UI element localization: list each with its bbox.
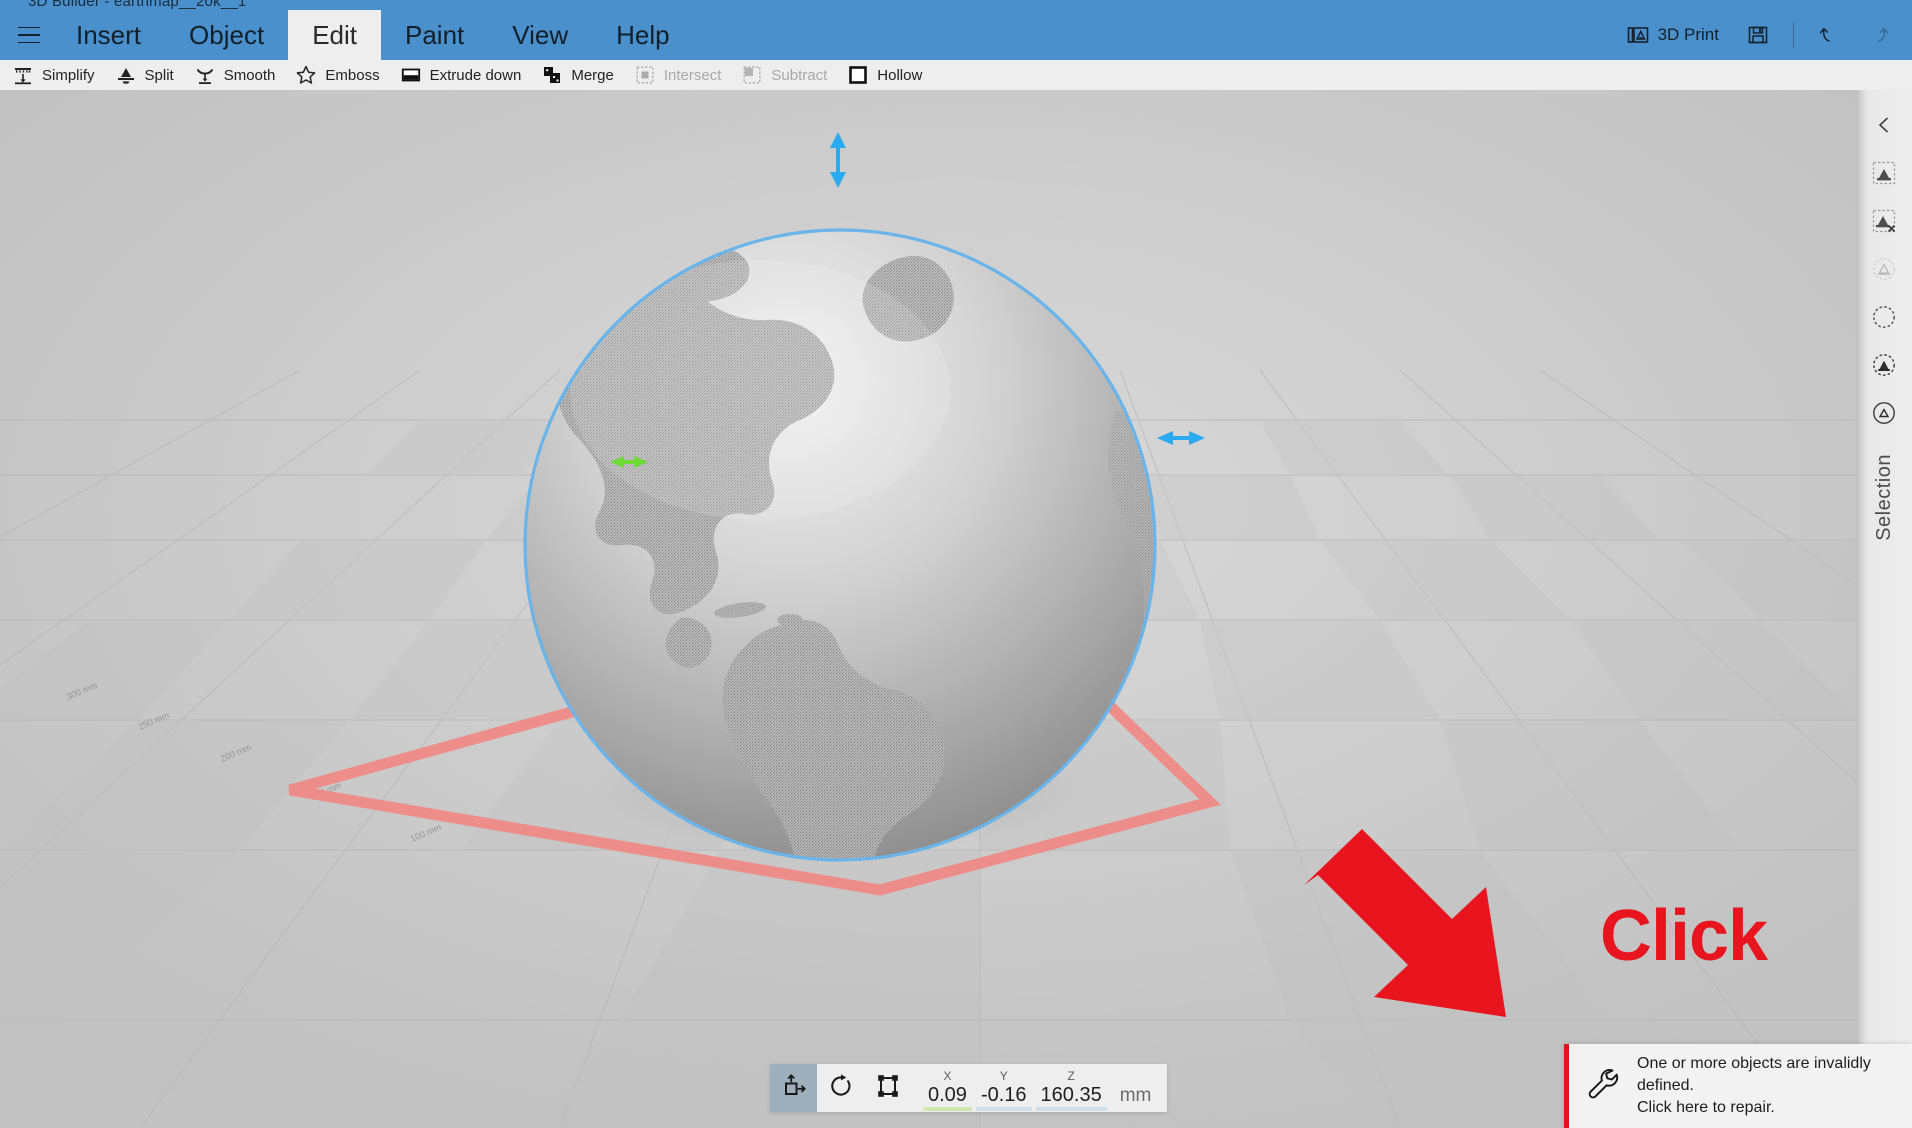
save-icon [1747, 24, 1769, 46]
app-root: 3D Builder - earthmap__20k__1 Insert Obj… [0, 0, 1912, 1128]
subtract-icon [741, 64, 763, 86]
transform-move-button[interactable] [770, 1064, 817, 1112]
ribbon-subtract[interactable]: Subtract [735, 60, 841, 90]
rail-duplicate-object-button[interactable] [1862, 152, 1906, 198]
selection-rail: Selection [1856, 90, 1912, 1128]
click-arrow-annotation [1304, 829, 1506, 1017]
ribbon-hollow-label: Hollow [877, 66, 923, 84]
extrude-down-icon [400, 64, 422, 86]
rail-delete-object-button[interactable] [1862, 200, 1906, 246]
save-button[interactable] [1733, 10, 1783, 60]
ribbon-split[interactable]: Split [109, 60, 188, 90]
settle-object-icon [1871, 256, 1897, 287]
transform-z-field[interactable]: Z 160.35 [1034, 1064, 1109, 1112]
menu-tab-edit[interactable]: Edit [288, 10, 381, 60]
menu-tab-view[interactable]: View [488, 10, 592, 60]
repair-notification-toast[interactable]: One or more objects are invalidly define… [1564, 1044, 1912, 1128]
ribbon-hollow[interactable]: Hollow [841, 60, 936, 90]
undo-icon [1818, 24, 1840, 46]
window-title: 3D Builder - earthmap__20k__1 [28, 0, 247, 10]
menu-bar-actions: 3D Print [1613, 10, 1904, 60]
intersect-icon [634, 64, 656, 86]
menu-tab-view-label: View [512, 19, 569, 50]
window-titlebar: 3D Builder - earthmap__20k__1 [0, 0, 1912, 10]
rotate-icon [828, 1073, 854, 1104]
split-icon [115, 64, 137, 86]
undo-button[interactable] [1804, 10, 1854, 60]
menu-tab-help-label: Help [616, 19, 670, 50]
print-3d-icon [1627, 24, 1649, 46]
menu-tab-help[interactable]: Help [592, 10, 693, 60]
smooth-icon [194, 64, 216, 86]
toast-message: One or more objects are invalidly define… [1637, 1053, 1898, 1119]
hollow-icon [847, 64, 869, 86]
menu-bar: Insert Object Edit Paint View Help 3D Pr… [0, 10, 1912, 60]
transform-y-underline [975, 1107, 1032, 1111]
emboss-star-icon [295, 64, 317, 86]
menu-tab-insert[interactable]: Insert [52, 10, 165, 60]
transform-y-field[interactable]: Y -0.16 [974, 1064, 1034, 1112]
move-icon [781, 1073, 807, 1104]
select-object-icon [1871, 400, 1897, 431]
ribbon-merge[interactable]: Merge [535, 60, 628, 90]
ribbon-emboss[interactable]: Emboss [289, 60, 393, 90]
transform-axis-fields: X 0.09 Y -0.16 Z 160.35 [911, 1064, 1111, 1112]
rail-select-object-button[interactable] [1862, 392, 1906, 438]
menu-tab-object-label: Object [189, 19, 265, 50]
transform-toolbar: X 0.09 Y -0.16 Z 160.35 mm [770, 1064, 1168, 1112]
ribbon-intersect-label: Intersect [663, 66, 722, 84]
hamburger-menu-icon[interactable] [8, 10, 50, 60]
menu-tab-paint[interactable]: Paint [381, 10, 488, 60]
transform-rotate-button[interactable] [817, 1064, 864, 1112]
wrench-repair-icon [1583, 1064, 1623, 1109]
rail-collapse-button[interactable] [1862, 104, 1906, 150]
toast-line-2: Click here to repair. [1637, 1099, 1775, 1116]
chevron-left-icon [1874, 115, 1894, 140]
rail-select-all-button[interactable] [1862, 344, 1906, 390]
duplicate-object-icon [1871, 160, 1897, 191]
transform-x-field[interactable]: X 0.09 [921, 1064, 974, 1112]
rail-section-label: Selection [1872, 454, 1895, 541]
merge-icon [541, 64, 563, 86]
menu-tabs: Insert Object Edit Paint View Help [52, 10, 694, 60]
ribbon-smooth-label: Smooth [223, 66, 276, 84]
rail-select-none-button[interactable] [1862, 296, 1906, 342]
transform-x-label: X [943, 1069, 952, 1083]
print-3d-label: 3D Print [1657, 25, 1719, 44]
scale-icon [875, 1073, 901, 1104]
redo-button[interactable] [1854, 10, 1904, 60]
click-annotation-label: Click [1600, 896, 1768, 976]
ribbon-simplify[interactable]: Simplify [6, 60, 109, 90]
ribbon-smooth[interactable]: Smooth [188, 60, 290, 90]
ribbon-extrude-down[interactable]: Extrude down [394, 60, 536, 90]
transform-y-label: Y [999, 1069, 1008, 1083]
print-3d-button[interactable]: 3D Print [1613, 10, 1733, 60]
ribbon-subtract-label: Subtract [771, 66, 828, 84]
transform-unit-label: mm [1119, 1085, 1152, 1106]
delete-object-icon [1871, 208, 1897, 239]
simplify-icon [12, 64, 34, 86]
transform-x-underline [923, 1107, 972, 1111]
ribbon-emboss-label: Emboss [325, 66, 380, 84]
select-all-icon [1871, 352, 1897, 383]
transform-scale-button[interactable] [864, 1064, 911, 1112]
menu-tab-object[interactable]: Object [165, 10, 288, 60]
ribbon-split-label: Split [144, 66, 174, 84]
select-none-icon [1871, 304, 1897, 335]
menu-tab-insert-label: Insert [76, 19, 142, 50]
toast-line-1: One or more objects are invalidly define… [1637, 1055, 1871, 1094]
edit-ribbon-toolbar: Simplify Split Smooth Emboss Extrude dow… [0, 60, 1912, 90]
toolbar-separator [1793, 22, 1794, 48]
rail-settle-object-button[interactable] [1862, 248, 1906, 294]
menu-tab-edit-label: Edit [312, 19, 357, 50]
transform-z-label: Z [1067, 1069, 1075, 1083]
ribbon-simplify-label: Simplify [42, 66, 95, 84]
ribbon-extrude-down-label: Extrude down [429, 66, 522, 84]
menu-tab-paint-label: Paint [405, 19, 465, 50]
transform-z-underline [1035, 1107, 1107, 1111]
ribbon-intersect[interactable]: Intersect [628, 60, 736, 90]
redo-icon [1868, 24, 1890, 46]
ribbon-merge-label: Merge [571, 66, 614, 84]
